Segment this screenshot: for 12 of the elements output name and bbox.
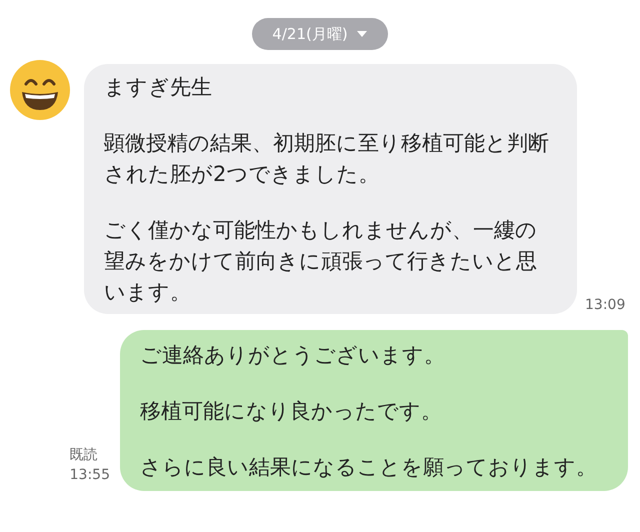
grinning-emoji-icon xyxy=(8,58,72,122)
caret-icon xyxy=(356,30,368,38)
message-text: ごく僅かな可能性かもしれませんが、一縷の望みをかけて前向きに頑張って行きたいと思います。 xyxy=(104,217,538,306)
read-receipt: 既読 xyxy=(70,446,98,465)
message-text: さらに良い結果になることを願っております。 xyxy=(140,454,598,481)
message-text: 移植可能になり良かったです。 xyxy=(140,398,443,425)
timestamp: 13:55 xyxy=(70,466,110,485)
message-text: ご連絡ありがとうございます。 xyxy=(140,342,446,369)
date-pill[interactable]: 4/21(月曜) xyxy=(252,18,388,50)
timestamp: 13:09 xyxy=(585,297,626,313)
message-text: 顕微授精の結果、初期胚に至り移植可能と判断された胚が2つできました。 xyxy=(104,130,550,188)
message-text: ますぎ先生 xyxy=(104,74,213,101)
